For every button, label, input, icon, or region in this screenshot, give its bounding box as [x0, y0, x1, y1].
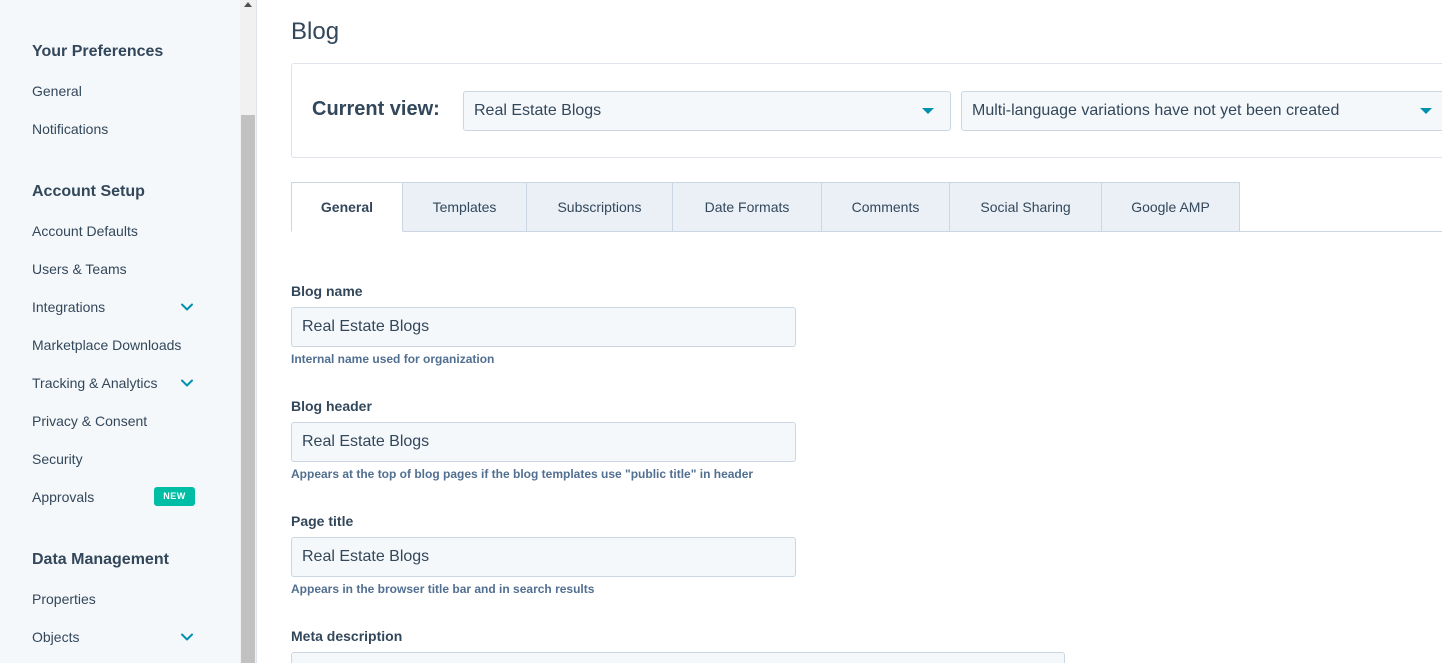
sidebar-item-label: Tracking & Analytics [32, 375, 158, 391]
sidebar-item-users-teams[interactable]: Users & Teams [32, 259, 212, 279]
sidebar-item-privacy-consent[interactable]: Privacy & Consent [32, 411, 212, 431]
sidebar-item-account-defaults[interactable]: Account Defaults [32, 221, 212, 241]
tab-date-formats[interactable]: Date Formats [672, 182, 822, 232]
sidebar-heading-your-preferences: Your Preferences [32, 43, 164, 60]
sidebar-item-label: Approvals [32, 489, 95, 505]
tab-subscriptions[interactable]: Subscriptions [526, 182, 673, 232]
blog-select-value: Real Estate Blogs [474, 102, 602, 119]
blog-name-input[interactable] [291, 307, 796, 347]
blog-header-label: Blog header [291, 398, 372, 414]
tab-templates[interactable]: Templates [402, 182, 527, 232]
meta-description-input[interactable] [291, 652, 1065, 663]
blog-header-help: Appears at the top of blog pages if the … [291, 467, 754, 481]
tab-comments[interactable]: Comments [821, 182, 950, 232]
scrollbar-thumb[interactable] [241, 115, 255, 663]
sidebar-item-security[interactable]: Security [32, 449, 212, 469]
sidebar-item-notifications[interactable]: Notifications [32, 119, 212, 139]
page-title-help: Appears in the browser title bar and in … [291, 582, 595, 596]
sidebar-heading-account-setup: Account Setup [32, 183, 145, 200]
chevron-down-icon[interactable] [180, 376, 194, 390]
caret-down-icon [922, 108, 934, 114]
chevron-down-icon[interactable] [180, 300, 194, 314]
page-title-input[interactable] [291, 537, 796, 577]
chevron-down-icon[interactable] [180, 630, 194, 644]
scroll-up-arrow-icon[interactable] [244, 2, 252, 7]
blog-header-input[interactable] [291, 422, 796, 462]
sidebar-heading-data-management: Data Management [32, 551, 169, 568]
sidebar-divider [256, 0, 257, 663]
sidebar-item-label: Integrations [32, 299, 106, 315]
blog-name-label: Blog name [291, 283, 363, 299]
blog-name-help: Internal name used for organization [291, 352, 495, 366]
sidebar-scrollbar[interactable] [240, 0, 256, 663]
blog-select-dropdown[interactable]: Real Estate Blogs [463, 91, 951, 131]
tab-google-amp[interactable]: Google AMP [1101, 182, 1240, 232]
meta-description-label: Meta description [291, 628, 403, 644]
sidebar-item-tracking-analytics[interactable]: Tracking & Analytics [32, 373, 212, 393]
current-view-label: Current view: [312, 98, 440, 120]
page-title: Blog [291, 18, 340, 45]
current-view-card: Current view: Real Estate Blogs Multi-la… [291, 63, 1442, 158]
settings-sidebar: Your Preferences General Notifications A… [0, 0, 240, 663]
sidebar-item-marketplace-downloads[interactable]: Marketplace Downloads [32, 335, 212, 355]
sidebar-item-general[interactable]: General [32, 81, 212, 101]
sidebar-item-label: Objects [32, 629, 80, 645]
tab-social-sharing[interactable]: Social Sharing [949, 182, 1102, 232]
language-select-value: Multi-language variations have not yet b… [972, 102, 1340, 119]
page-title-label: Page title [291, 513, 354, 529]
caret-down-icon [1420, 108, 1432, 114]
sidebar-item-approvals[interactable]: Approvals NEW [32, 487, 212, 507]
sidebar-item-integrations[interactable]: Integrations [32, 297, 212, 317]
sidebar-item-properties[interactable]: Properties [32, 589, 212, 609]
new-badge: NEW [154, 487, 195, 506]
sidebar-item-objects[interactable]: Objects [32, 627, 212, 647]
tab-general[interactable]: General [291, 182, 403, 232]
language-select-dropdown[interactable]: Multi-language variations have not yet b… [961, 91, 1442, 131]
